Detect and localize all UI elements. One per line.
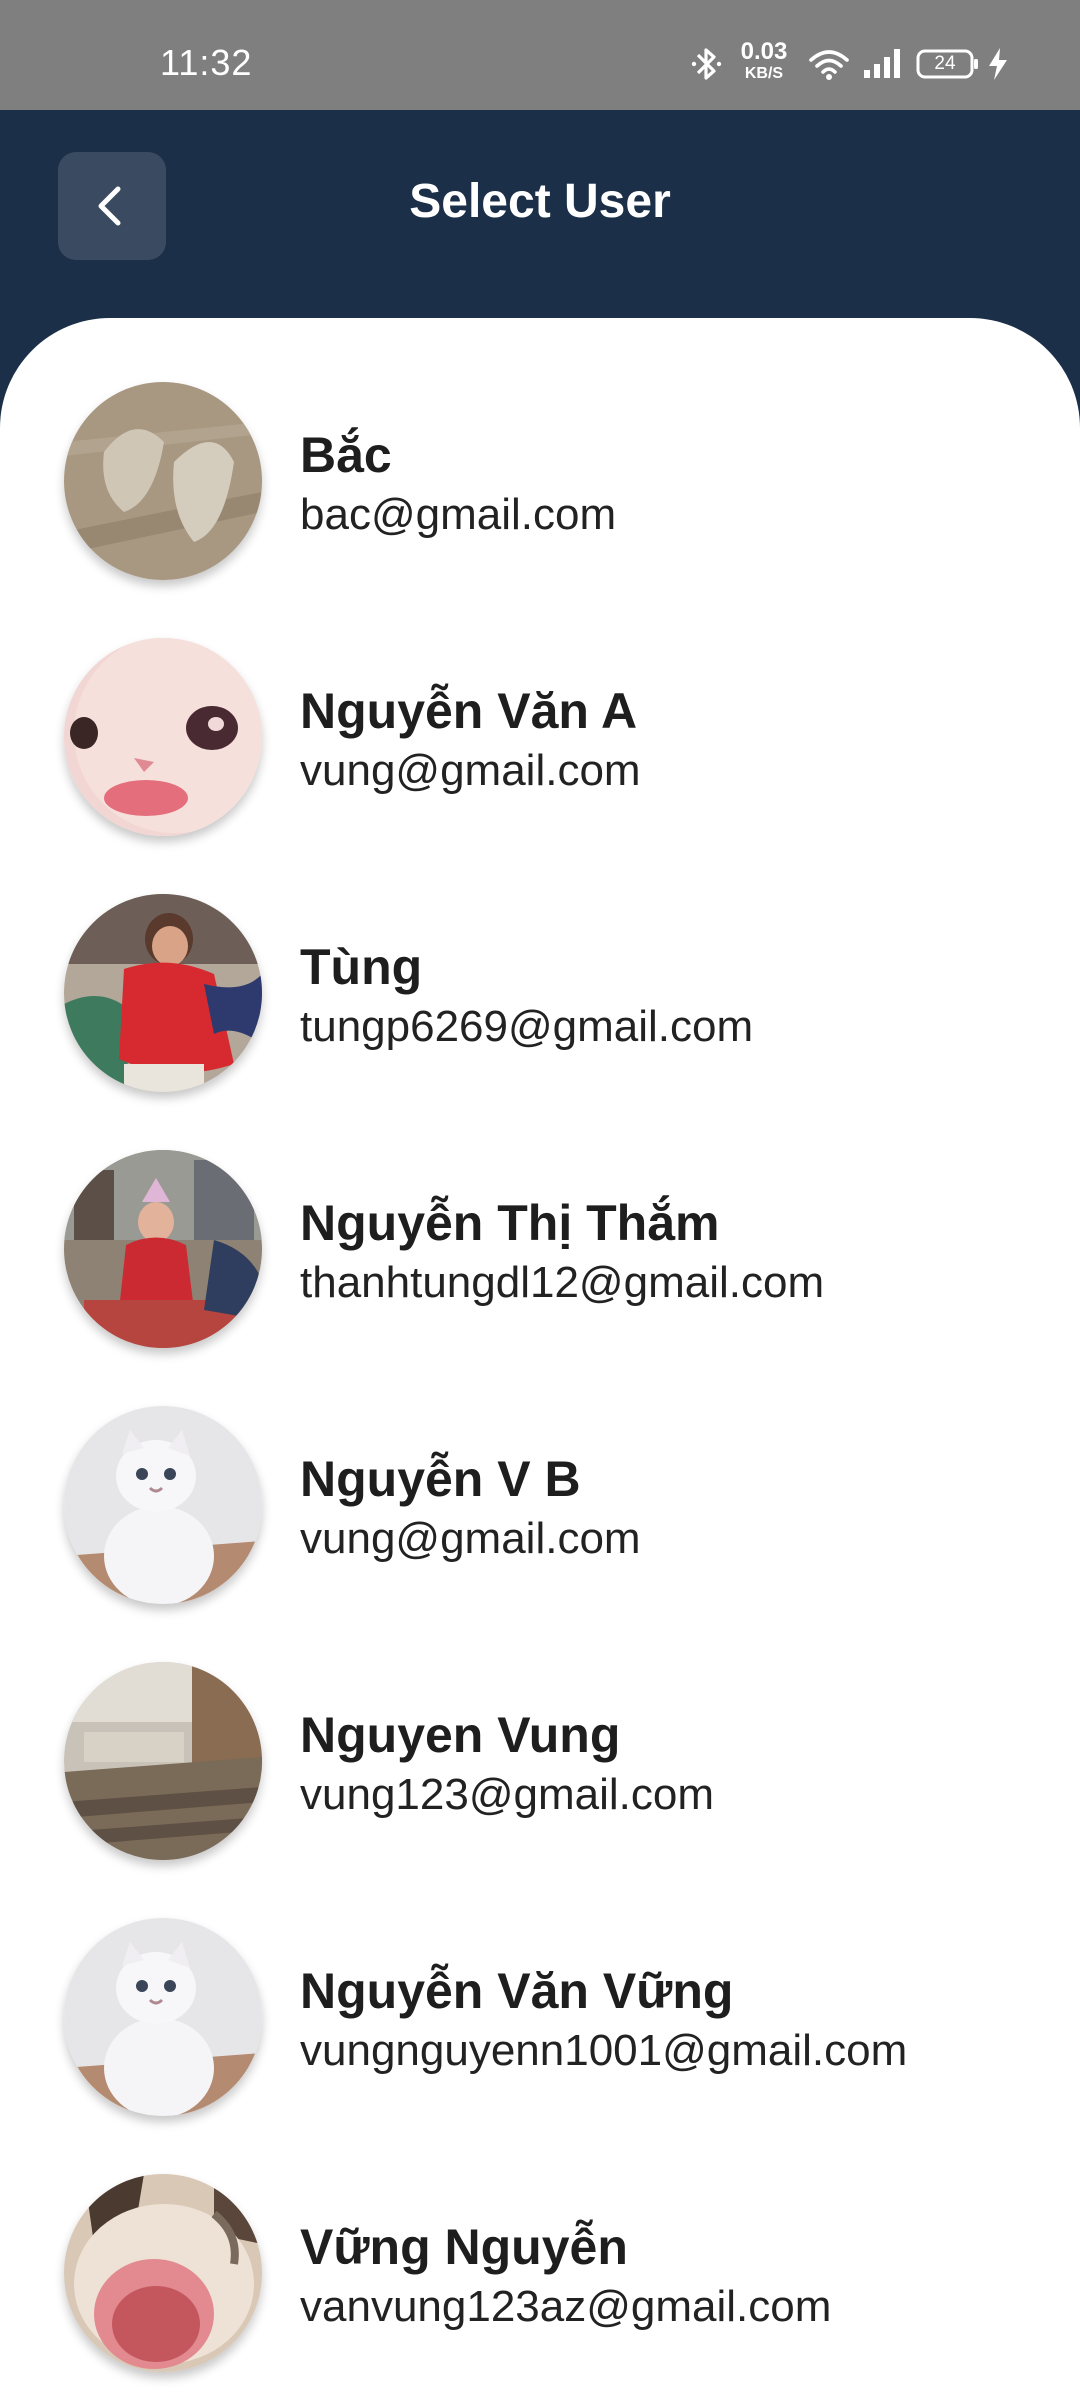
user-email: vungnguyenn1001@gmail.com <box>300 2026 908 2075</box>
wifi-icon <box>808 44 850 89</box>
user-list-item[interactable]: Bắc bac@gmail.com <box>0 318 1080 580</box>
user-email: vung@gmail.com <box>300 1514 641 1563</box>
bluetooth-icon <box>690 44 724 89</box>
status-icons: 0.03 KB/S 24 <box>690 40 1020 84</box>
user-avatar <box>64 638 262 836</box>
user-list-item[interactable]: Nguyễn Văn A vung@gmail.com <box>0 574 1080 836</box>
user-name: Nguyễn Văn Vững <box>300 1963 734 2019</box>
user-email: bac@gmail.com <box>300 490 617 539</box>
user-avatar <box>64 1150 262 1348</box>
user-list-item[interactable]: Nguyen Vung vung123@gmail.com <box>0 1598 1080 1860</box>
user-avatar <box>64 1406 262 1604</box>
user-avatar <box>64 382 262 580</box>
user-email: vanvung123az@gmail.com <box>300 2282 832 2331</box>
user-email: vung123@gmail.com <box>300 1770 714 1819</box>
user-list-item[interactable]: Nguyễn Thị Thắm thanhtungdl12@gmail.com <box>0 1086 1080 1348</box>
battery-icon: 24 <box>916 44 980 89</box>
user-name: Bắc <box>300 427 392 483</box>
user-avatar <box>64 1918 262 2116</box>
network-speed-value: 0.03 <box>740 38 788 65</box>
user-email: tungp6269@gmail.com <box>300 1002 754 1051</box>
user-avatar <box>64 1662 262 1860</box>
charging-icon <box>986 44 1010 89</box>
user-name: Tùng <box>300 939 423 995</box>
user-name: Nguyễn Văn A <box>300 683 638 739</box>
user-list-item[interactable]: Nguyễn V B vung@gmail.com <box>0 1342 1080 1604</box>
user-list-item[interactable]: Nguyễn Văn Vững vungnguyenn1001@gmail.co… <box>0 1854 1080 2116</box>
battery-level: 24 <box>934 53 956 74</box>
status-time: 11:32 <box>160 42 253 83</box>
page-title: Select User <box>409 175 671 228</box>
user-email: vung@gmail.com <box>300 746 641 795</box>
user-avatar <box>64 894 262 1092</box>
user-list-item[interactable]: Vững Nguyễn vanvung123az@gmail.com <box>0 2110 1080 2372</box>
user-list-item[interactable]: Tùng tungp6269@gmail.com <box>0 830 1080 1092</box>
network-speed: 0.03 KB/S <box>736 40 792 82</box>
status-bar: 11:32 0.03 KB/S 24 <box>0 0 1080 110</box>
user-name: Nguyễn V B <box>300 1451 581 1507</box>
user-name: Vững Nguyễn <box>300 2219 628 2275</box>
user-name: Nguyen Vung <box>300 1707 621 1763</box>
network-speed-unit: KB/S <box>744 65 784 82</box>
user-email: thanhtungdl12@gmail.com <box>300 1258 825 1307</box>
user-list: Bắc bac@gmail.com Nguyễn Văn A vung@gmai… <box>0 318 1080 2400</box>
user-avatar <box>64 2174 262 2372</box>
user-name: Nguyễn Thị Thắm <box>300 1195 720 1251</box>
signal-icon <box>862 44 904 89</box>
